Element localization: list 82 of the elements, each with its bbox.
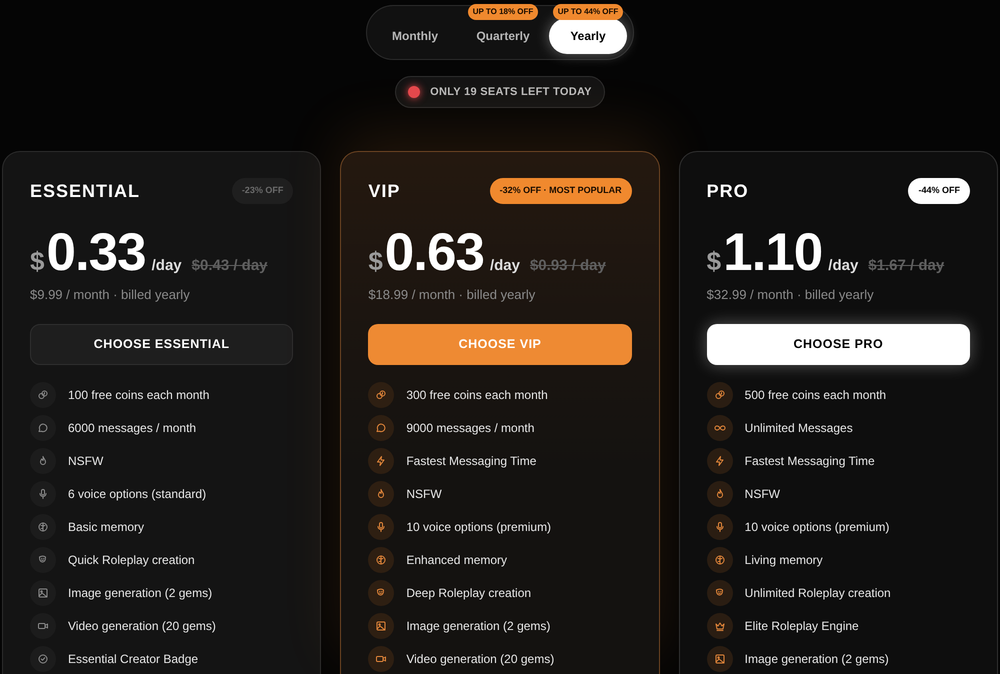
mask-icon: [30, 546, 56, 572]
discount-badge: UP TO 18% OFF: [468, 4, 538, 20]
price: 0.33: [46, 226, 146, 279]
choose-plan-button[interactable]: CHOOSE ESSENTIAL: [30, 324, 294, 364]
feature-text: 500 free coins each month: [744, 386, 886, 404]
seats-left-text: ONLY 19 SEATS LEFT TODAY: [430, 84, 592, 100]
feature-text: Image generation (2 gems): [406, 618, 550, 634]
feature-text: 100 free coins each month: [68, 386, 210, 404]
currency-symbol: $: [30, 245, 44, 278]
old-price: $0.93 / day: [530, 256, 606, 276]
currency-symbol: $: [368, 245, 383, 278]
flame-icon: [368, 480, 394, 506]
feature-text: Quick Roleplay creation: [68, 552, 195, 568]
flame-icon: [706, 480, 733, 506]
feature-text: Elite Roleplay Engine: [744, 618, 859, 634]
feature-text: Deep Roleplay creation: [406, 584, 532, 602]
choose-plan-button[interactable]: CHOOSE PRO: [706, 324, 970, 364]
feature-text: Video generation (20 gems): [406, 650, 554, 668]
discount-badge: -32% OFF · MOST POPULAR: [490, 178, 632, 204]
brain-icon: [368, 546, 394, 572]
feature-text: NSFW: [744, 486, 780, 502]
image-icon: [706, 646, 733, 672]
feature-text: NSFW: [406, 486, 442, 502]
chat-bubble-icon: [368, 414, 394, 440]
old-price: $1.67 / day: [868, 256, 944, 276]
microphone-icon: [368, 514, 394, 540]
crown-icon: [706, 612, 733, 638]
feature-text: Unlimited Messages: [744, 420, 853, 436]
lightning-icon: [706, 448, 733, 474]
video-camera-icon: [368, 646, 394, 672]
mask-icon: [368, 580, 394, 606]
billing-note: $32.99 / month · billed yearly: [706, 286, 875, 304]
feature-text: Image generation (2 gems): [68, 584, 212, 602]
lightning-icon: [368, 448, 394, 474]
coins-icon: [368, 382, 394, 408]
coins-icon: [706, 382, 733, 408]
plan-name: ESSENTIAL: [30, 180, 140, 202]
feature-text: Video generation (20 gems): [68, 618, 216, 634]
feature-text: 10 voice options (premium): [406, 518, 552, 536]
coins-icon: [30, 382, 56, 408]
feature-text: NSFW: [68, 452, 104, 470]
discount-badge: UP TO 44% OFF: [552, 4, 624, 20]
feature-text: Enhanced memory: [406, 552, 508, 568]
price: 0.63: [384, 226, 484, 279]
feature-text: 10 voice options (premium): [744, 518, 890, 536]
billing-tab[interactable]: Monthly: [373, 18, 457, 54]
price-unit: /day: [490, 256, 520, 276]
plan-name: VIP: [368, 180, 400, 202]
feature-text: Fastest Messaging Time: [406, 452, 536, 470]
billing-note: $18.99 / month · billed yearly: [368, 286, 536, 304]
feature-text: 300 free coins each month: [406, 386, 548, 404]
feature-text: Fastest Messaging Time: [744, 452, 875, 470]
billing-tab[interactable]: Yearly: [549, 18, 627, 54]
feature-text: Essential Creator Badge: [68, 650, 198, 668]
old-price: $0.43 / day: [192, 256, 268, 276]
microphone-icon: [30, 480, 56, 506]
currency-symbol: $: [706, 245, 722, 278]
feature-text: Living memory: [744, 552, 823, 568]
plan-name: PRO: [706, 180, 749, 202]
price-unit: /day: [828, 256, 858, 276]
feature-text: 9000 messages / month: [406, 420, 534, 436]
feature-text: Image generation (2 gems): [744, 650, 889, 668]
video-camera-icon: [30, 612, 56, 638]
feature-text: Basic memory: [68, 518, 144, 536]
image-icon: [368, 612, 394, 638]
flame-icon: [30, 448, 56, 474]
microphone-icon: [706, 514, 733, 540]
price-unit: /day: [152, 256, 182, 276]
discount-badge: -23% OFF: [232, 178, 294, 204]
feature-text: Unlimited Roleplay creation: [744, 584, 891, 602]
chat-bubble-icon: [30, 414, 56, 440]
brain-icon: [30, 514, 56, 540]
brain-icon: [706, 546, 733, 572]
infinity-icon: [706, 414, 733, 440]
discount-badge: -44% OFF: [908, 178, 970, 204]
image-icon: [30, 580, 56, 606]
mask-icon: [706, 580, 733, 606]
feature-text: 6 voice options (standard): [68, 486, 206, 502]
billing-tab[interactable]: Quarterly: [461, 18, 545, 54]
feature-text: 6000 messages / month: [68, 420, 196, 436]
price: 1.10: [723, 226, 822, 279]
billing-note: $9.99 / month · billed yearly: [30, 286, 191, 304]
